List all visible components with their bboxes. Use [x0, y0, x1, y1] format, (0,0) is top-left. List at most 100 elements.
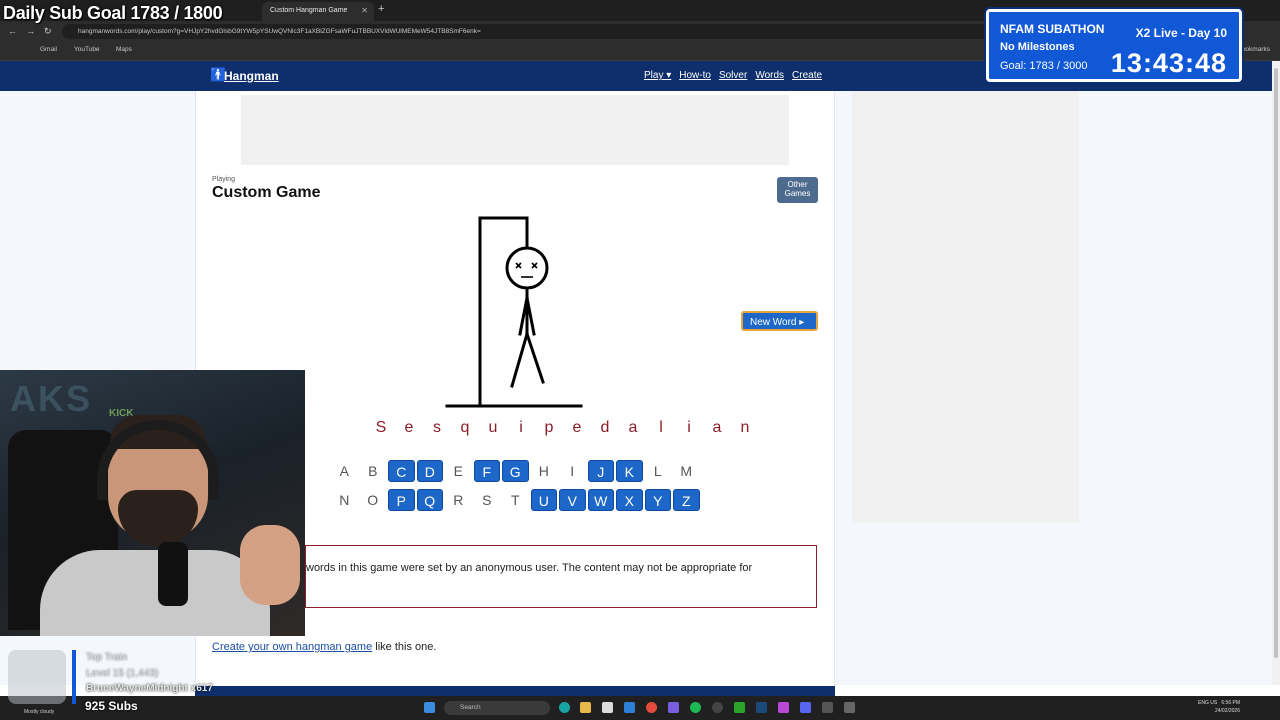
chrome-icon[interactable]	[646, 702, 657, 713]
mail-icon[interactable]	[624, 702, 635, 713]
nav-how-to[interactable]: How-to	[679, 70, 711, 81]
letter-key-k[interactable]: K	[616, 460, 643, 482]
windows-start-icon[interactable]	[424, 702, 435, 713]
streamer-shirt	[40, 550, 270, 636]
spotify-icon[interactable]	[690, 702, 701, 713]
reload-icon[interactable]: ↻	[44, 26, 52, 37]
answer-letter: i	[687, 419, 691, 436]
all-bookmarks[interactable]: bookmarks	[1238, 46, 1270, 53]
new-tab-icon[interactable]: +	[378, 3, 384, 15]
letter-key-i[interactable]: I	[559, 460, 586, 482]
answer-letter: u	[488, 419, 498, 436]
back-icon[interactable]: ←	[8, 26, 17, 36]
tray-lang[interactable]: ENG US	[1198, 700, 1217, 706]
letter-key-m[interactable]: M	[673, 460, 700, 482]
letter-key-v[interactable]: V	[559, 489, 586, 511]
page-title: Custom Game	[212, 184, 321, 201]
letter-key-g[interactable]: G	[502, 460, 529, 482]
microphone	[158, 542, 188, 606]
nav-play[interactable]: Play ▾	[644, 70, 671, 81]
create-game-link[interactable]: Create your own hangman game	[212, 641, 372, 653]
letter-key-y[interactable]: Y	[644, 489, 671, 511]
file-explorer-icon[interactable]	[580, 702, 591, 713]
letter-key-w[interactable]: W	[587, 489, 614, 511]
letter-key-q[interactable]: Q	[416, 489, 443, 511]
subathon-goal: Goal: 1783 / 3000	[1000, 60, 1088, 72]
letter-key-h[interactable]: H	[531, 460, 558, 482]
train-user: BruceWayneMidnight x617	[86, 683, 213, 694]
letter-key-t[interactable]: T	[502, 489, 529, 511]
app-icon-4[interactable]	[822, 702, 833, 713]
windows-taskbar: Search ENG US 6:56 PM 24/02/2026	[0, 696, 1280, 720]
top-train-label: Top Train	[86, 652, 128, 663]
letter-key-a[interactable]: A	[331, 460, 358, 482]
answer-letter: s	[433, 419, 441, 436]
letter-key-l[interactable]: L	[645, 460, 672, 482]
answer-letter: p	[544, 419, 554, 436]
weather-widget: Mostly cloudy	[24, 709, 55, 715]
close-tab-icon[interactable]: ✕	[361, 6, 368, 15]
daily-sub-goal: Daily Sub Goal 1783 / 1800	[3, 3, 223, 23]
tray-clock[interactable]: 6:56 PM 24/02/2026	[1215, 700, 1240, 714]
nav-solver[interactable]: Solver	[719, 70, 747, 81]
letter-key-r[interactable]: R	[445, 489, 472, 511]
create-game-line: Create your own hangman game like this o…	[212, 641, 436, 653]
app-icon-5[interactable]	[844, 702, 855, 713]
bookmark-gmail[interactable]: Gmail	[40, 46, 57, 53]
answer-letter: S	[375, 419, 387, 436]
subathon-name: NFAM SUBATHON	[1000, 22, 1105, 36]
forward-icon[interactable]: →	[26, 26, 35, 36]
letter-key-e[interactable]: E	[445, 460, 472, 482]
webcam-feed: AKS KICK	[0, 370, 305, 636]
subathon-panel: NFAM SUBATHON X2 Live - Day 10 No Milest…	[986, 9, 1242, 82]
system-tray[interactable]: ENG US 6:56 PM 24/02/2026	[1198, 699, 1240, 715]
edge-icon[interactable]	[559, 702, 570, 713]
site-footer-bar	[195, 686, 835, 696]
app-icon-2[interactable]	[778, 702, 789, 713]
nav-words[interactable]: Words	[755, 70, 784, 81]
bookmark-maps[interactable]: Maps	[116, 46, 132, 53]
background-sign: AKS	[10, 378, 93, 419]
letter-key-z[interactable]: Z	[673, 489, 700, 511]
answer-letter: d	[600, 419, 610, 436]
steam-icon[interactable]	[756, 702, 767, 713]
create-game-suffix: like this one.	[372, 641, 437, 653]
xbox-icon[interactable]	[734, 702, 745, 713]
site-nav: Play ▾ How-to Solver Words Create	[644, 70, 822, 81]
keyboard-row-1: ABCDEFGHIJKLM	[331, 460, 700, 482]
letter-key-c[interactable]: C	[388, 460, 415, 482]
answer-letter: l	[659, 419, 663, 436]
letter-key-d[interactable]: D	[416, 460, 443, 482]
new-word-button[interactable]: New Word ▸	[741, 311, 818, 331]
letter-key-n[interactable]: N	[331, 489, 358, 511]
store-icon[interactable]	[602, 702, 613, 713]
letter-key-x[interactable]: X	[616, 489, 643, 511]
app-icon[interactable]	[668, 702, 679, 713]
taskbar-search[interactable]: Search	[444, 701, 550, 715]
content-warning-box: words in this game were set by an anonym…	[305, 545, 817, 608]
site-logo-link[interactable]: Hangman	[224, 69, 279, 83]
letter-key-b[interactable]: B	[360, 460, 387, 482]
sub-count: 925 Subs	[85, 699, 138, 713]
nav-create[interactable]: Create	[792, 70, 822, 81]
letter-key-o[interactable]: O	[360, 489, 387, 511]
letter-key-s[interactable]: S	[474, 489, 501, 511]
letter-key-u[interactable]: U	[530, 489, 557, 511]
tab-custom-hangman[interactable]: Custom Hangman Game ✕	[262, 2, 374, 21]
scrollbar-thumb[interactable]	[1274, 68, 1278, 658]
subathon-milestones: No Milestones	[1000, 41, 1075, 53]
letter-key-f[interactable]: F	[473, 460, 500, 482]
app-icon-3[interactable]	[800, 702, 811, 713]
letter-key-j[interactable]: J	[587, 460, 614, 482]
other-games-button[interactable]: Other Games	[777, 177, 818, 203]
subathon-live: X2 Live - Day 10	[1135, 26, 1227, 40]
tray-time: 6:56 PM	[1221, 700, 1240, 706]
train-progress-bar	[72, 650, 76, 704]
obs-icon[interactable]	[712, 702, 723, 713]
answer-letter: n	[740, 419, 750, 436]
ad-sidebar	[852, 91, 1079, 523]
bookmark-youtube[interactable]: YouTube	[74, 46, 100, 53]
ad-banner-top	[241, 95, 789, 165]
letter-key-p[interactable]: P	[388, 489, 415, 511]
keyboard-row-2: NOPQRSTUVWXYZ	[331, 489, 700, 511]
